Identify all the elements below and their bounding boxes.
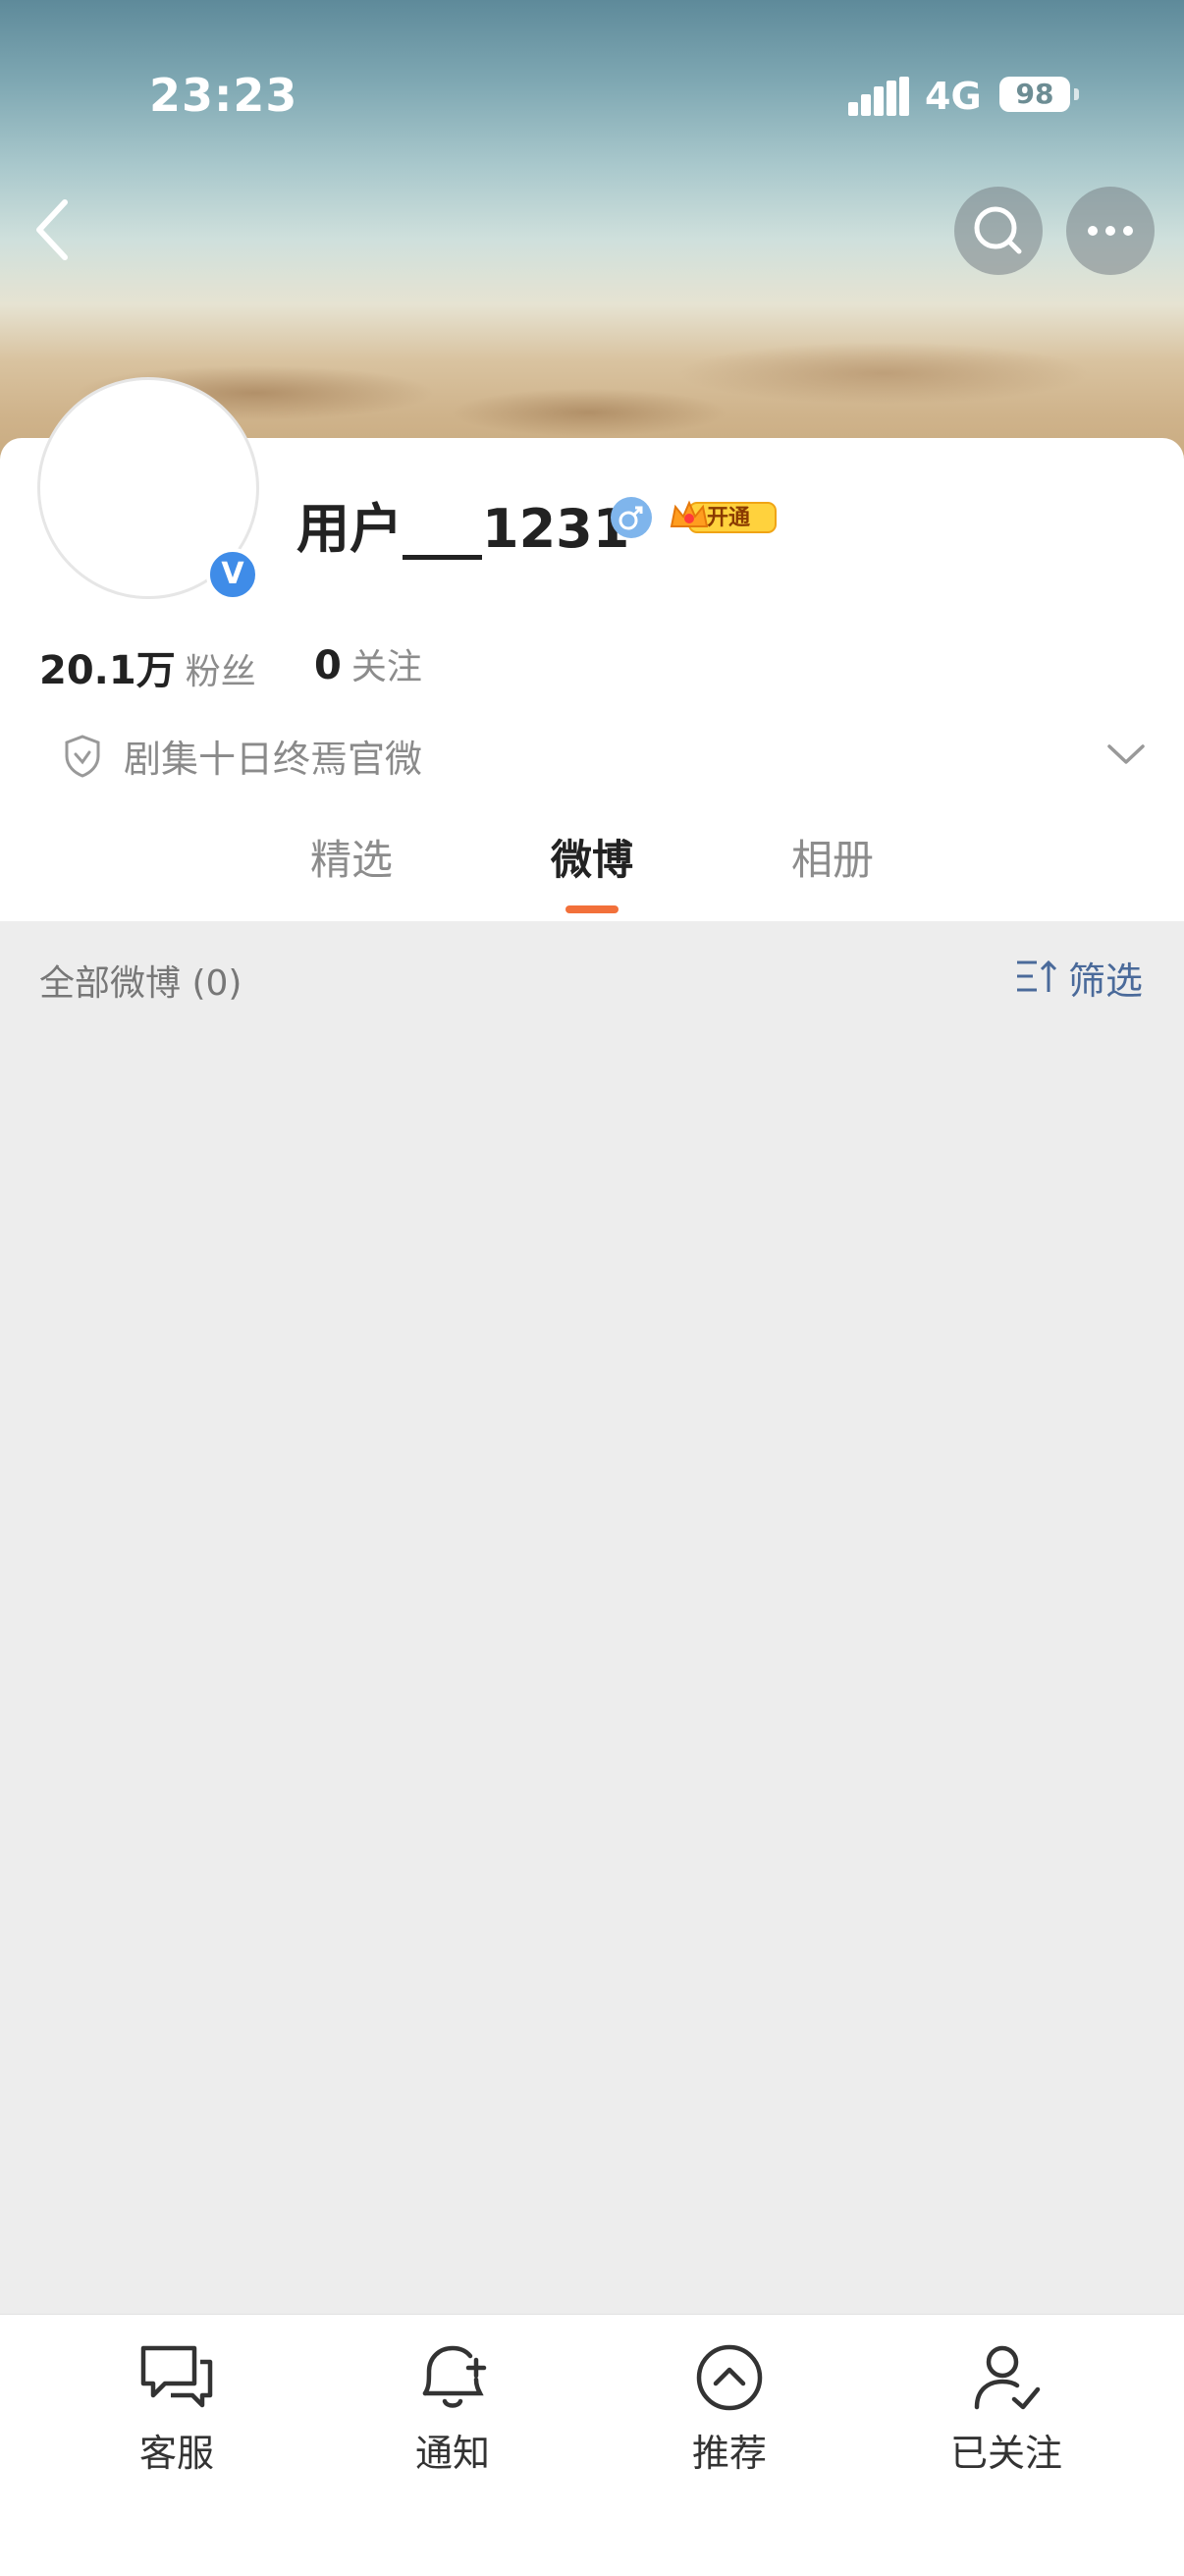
notify-label: 通知 bbox=[414, 2432, 490, 2475]
battery-icon: 98 bbox=[999, 77, 1070, 112]
following-label: 关注 bbox=[350, 647, 422, 687]
fans-stat[interactable]: 20.1万 粉丝 bbox=[39, 648, 256, 693]
shield-check-icon bbox=[65, 735, 100, 778]
filter-label: 筛选 bbox=[1068, 959, 1144, 1003]
all-weibo-count: 全部微博 (0) bbox=[39, 963, 242, 1004]
followed-label: 已关注 bbox=[949, 2432, 1062, 2475]
status-bar: 23:23 4G 98 bbox=[0, 69, 1184, 128]
tab-featured[interactable]: 精选 bbox=[293, 827, 410, 887]
customer-service-label: 客服 bbox=[138, 2432, 214, 2475]
battery-level: 98 bbox=[1015, 78, 1054, 110]
verified-badge-icon: V bbox=[206, 548, 259, 601]
battery-tip bbox=[1074, 88, 1079, 100]
bell-plus-icon bbox=[422, 2345, 487, 2408]
user-check-icon bbox=[974, 2345, 1041, 2410]
recommend-label: 推荐 bbox=[691, 2432, 767, 2475]
status-time: 23:23 bbox=[149, 69, 298, 122]
vip-label: 开通 bbox=[707, 506, 751, 530]
username: 用户___1231 bbox=[296, 498, 630, 560]
notify-button[interactable]: 通知 bbox=[374, 2340, 531, 2478]
chevron-down-icon bbox=[1107, 744, 1145, 764]
male-gender-icon bbox=[611, 497, 652, 538]
network-type: 4G bbox=[925, 75, 982, 118]
chat-icon bbox=[140, 2345, 213, 2408]
more-icon bbox=[1088, 226, 1133, 236]
active-tab-indicator bbox=[565, 905, 619, 913]
signal-icon bbox=[848, 77, 909, 116]
fans-count: 20.1万 bbox=[39, 648, 176, 693]
chevron-up-circle-icon bbox=[696, 2344, 763, 2411]
search-button[interactable] bbox=[954, 187, 1043, 275]
expand-button[interactable] bbox=[1105, 739, 1147, 768]
profile-tabs: 精选 微博 相册 bbox=[0, 827, 1184, 915]
recommend-button[interactable]: 推荐 bbox=[651, 2340, 808, 2478]
feed-header: 全部微博 (0) 筛选 bbox=[0, 921, 1184, 1029]
filter-icon bbox=[1017, 959, 1057, 992]
tab-album[interactable]: 相册 bbox=[774, 827, 891, 887]
following-stat[interactable]: 0 关注 bbox=[314, 638, 422, 689]
following-count: 0 bbox=[314, 643, 342, 688]
vip-open-badge[interactable]: 开通 bbox=[668, 497, 778, 536]
profile-stats: 20.1万 粉丝 0 关注 bbox=[39, 638, 422, 693]
followed-button[interactable]: 已关注 bbox=[928, 2340, 1085, 2478]
fans-label: 粉丝 bbox=[185, 652, 256, 692]
tab-weibo[interactable]: 微博 bbox=[533, 827, 651, 887]
bottom-action-bar: 客服 通知 推荐 已关注 bbox=[0, 2314, 1184, 2576]
customer-service-button[interactable]: 客服 bbox=[98, 2340, 255, 2478]
search-icon bbox=[974, 206, 1022, 254]
back-button[interactable] bbox=[26, 192, 84, 267]
chevron-left-icon bbox=[36, 199, 68, 260]
description-text: 剧集十日终焉官微 bbox=[124, 738, 423, 781]
more-button[interactable] bbox=[1066, 187, 1155, 275]
